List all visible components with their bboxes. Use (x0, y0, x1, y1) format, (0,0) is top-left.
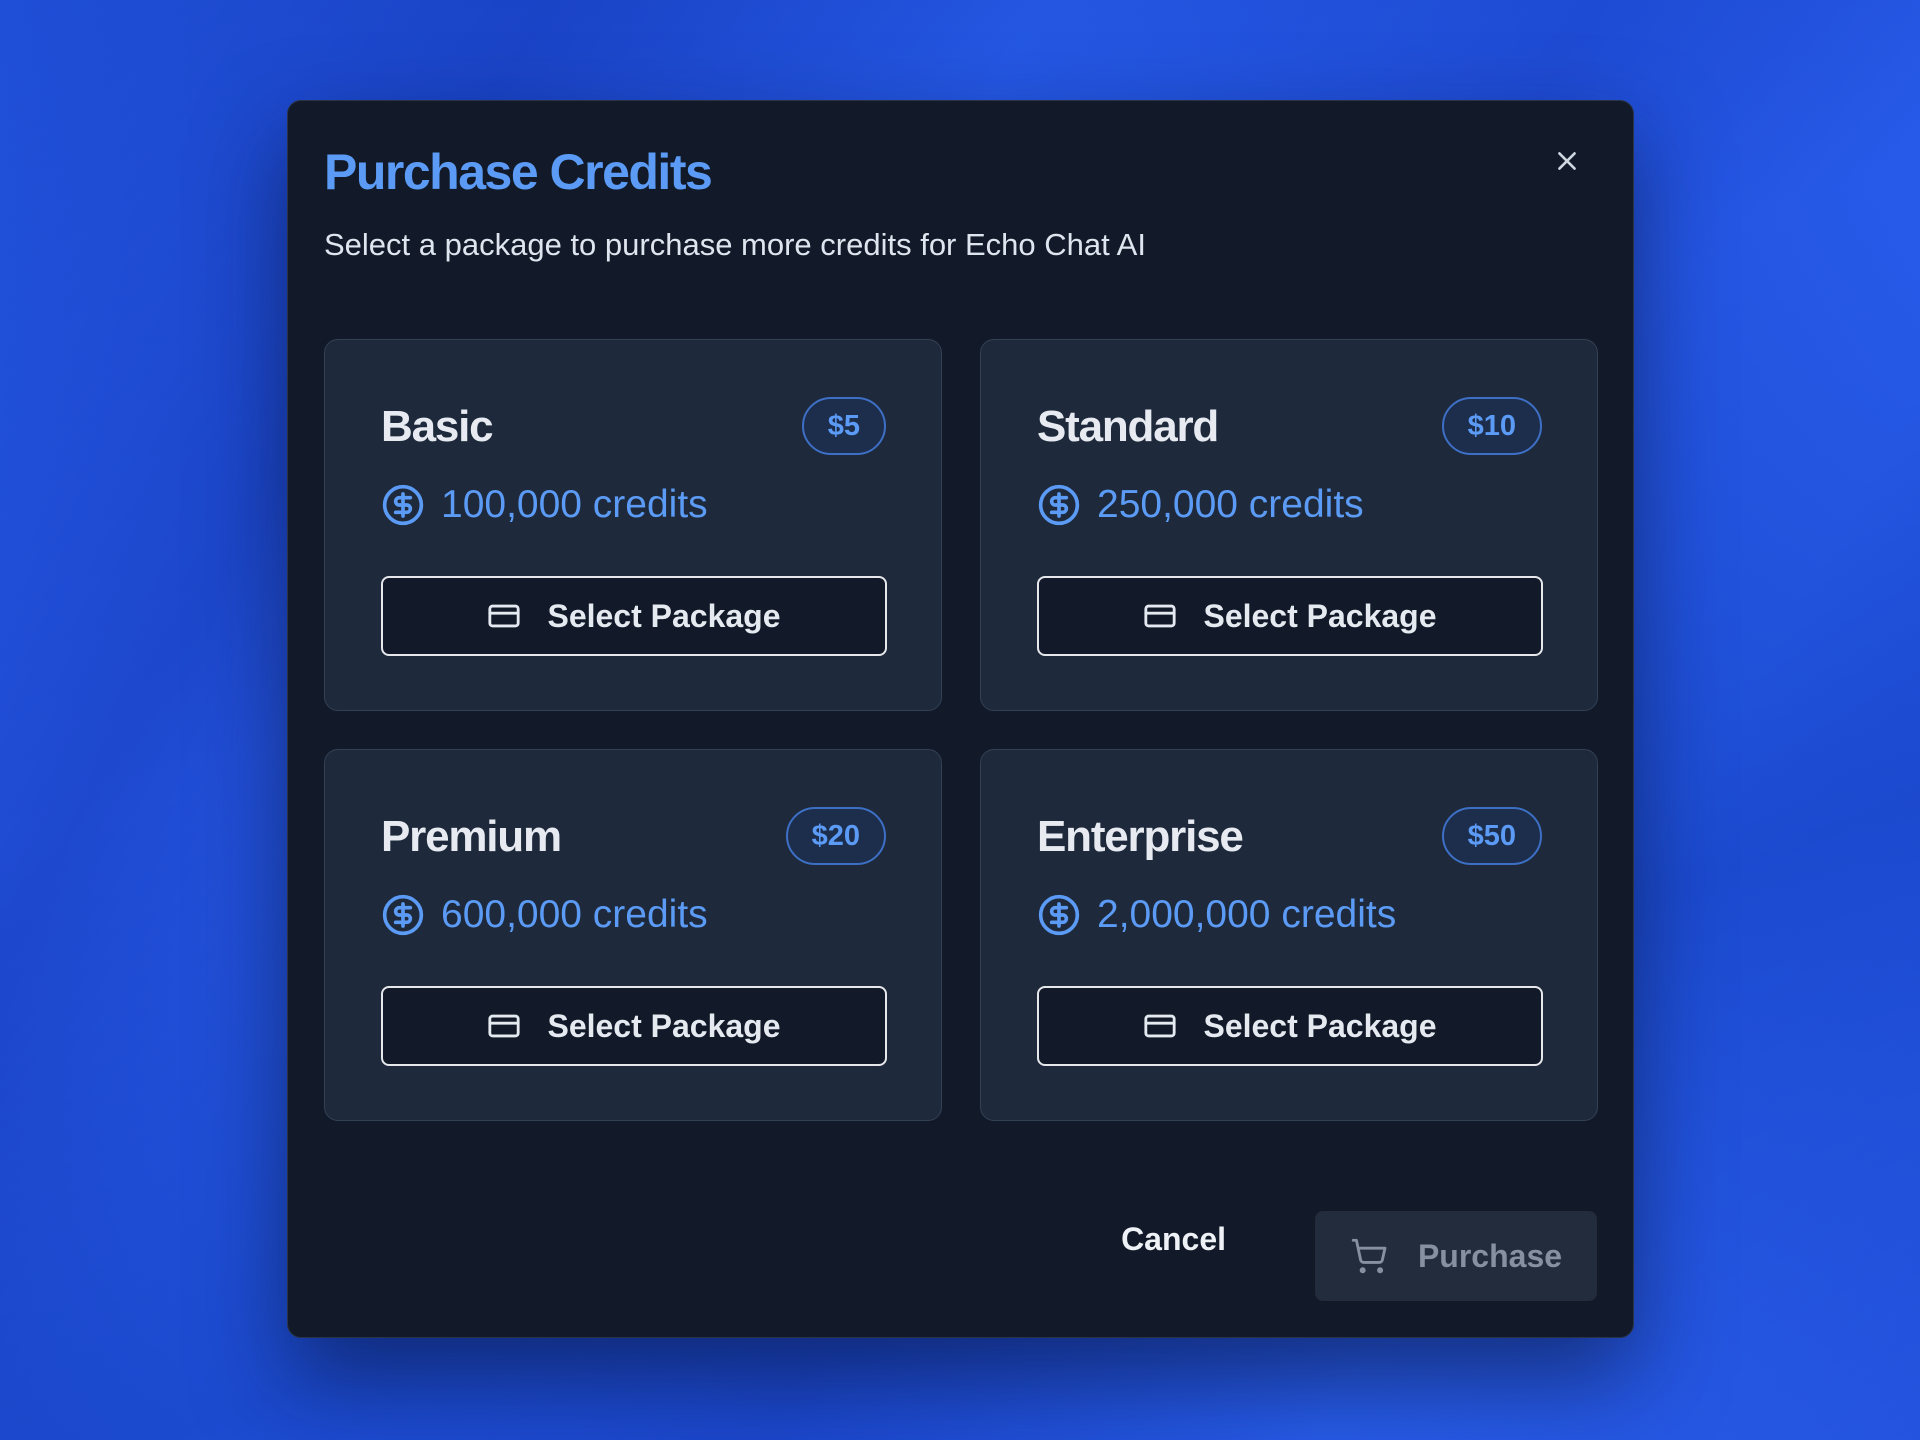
package-card-enterprise: Enterprise $50 2,000,000 credits Select … (980, 749, 1598, 1121)
select-package-label: Select Package (1203, 597, 1437, 634)
credits-label: 250,000 credits (1097, 483, 1364, 526)
close-button[interactable] (1545, 139, 1589, 183)
credits-label: 2,000,000 credits (1097, 893, 1397, 936)
purchase-button[interactable]: Purchase (1315, 1211, 1597, 1301)
select-package-label: Select Package (547, 597, 781, 634)
package-card-standard: Standard $10 250,000 credits Select Pack… (980, 339, 1598, 711)
dollar-circle-icon (382, 484, 424, 526)
credits-amount: 100,000 credits (381, 483, 708, 527)
credits-amount: 250,000 credits (1037, 483, 1364, 527)
price-badge: $20 (785, 807, 886, 865)
package-name: Standard (1037, 402, 1219, 451)
select-package-label: Select Package (547, 1007, 781, 1044)
credits-amount: 2,000,000 credits (1037, 893, 1396, 937)
credits-label: 600,000 credits (441, 893, 708, 936)
select-package-button-basic[interactable]: Select Package (381, 576, 887, 656)
purchase-credits-dialog: Purchase Credits Select a package to pur… (287, 100, 1634, 1338)
credits-label: 100,000 credits (441, 483, 708, 526)
dollar-circle-icon (382, 894, 424, 936)
credit-card-icon (488, 604, 521, 628)
package-card-premium: Premium $20 600,000 credits Select Packa… (324, 749, 942, 1121)
close-icon (1558, 152, 1576, 170)
package-grid: Basic $5 100,000 credits Select Package … (324, 339, 1598, 1121)
credit-card-icon (1144, 1014, 1177, 1038)
price-badge: $5 (801, 397, 886, 455)
purchase-label: Purchase (1417, 1237, 1563, 1274)
select-package-label: Select Package (1203, 1007, 1437, 1044)
dollar-circle-icon (1038, 484, 1080, 526)
select-package-button-enterprise[interactable]: Select Package (1037, 986, 1543, 1066)
price-badge: $50 (1441, 807, 1542, 865)
package-card-basic: Basic $5 100,000 credits Select Package (324, 339, 942, 711)
price-badge: $10 (1441, 397, 1542, 455)
dialog-subtitle: Select a package to purchase more credit… (324, 227, 1146, 262)
select-package-button-premium[interactable]: Select Package (381, 986, 887, 1066)
credits-amount: 600,000 credits (381, 893, 708, 937)
dollar-circle-icon (1038, 894, 1080, 936)
package-name: Premium (381, 812, 562, 861)
dialog-title: Purchase Credits (324, 144, 713, 200)
package-name: Enterprise (1037, 812, 1244, 861)
select-package-button-standard[interactable]: Select Package (1037, 576, 1543, 656)
credit-card-icon (488, 1014, 521, 1038)
cancel-button[interactable]: Cancel (1097, 1195, 1250, 1283)
package-name: Basic (381, 402, 494, 451)
credit-card-icon (1144, 604, 1177, 628)
cart-icon (1351, 1238, 1387, 1274)
